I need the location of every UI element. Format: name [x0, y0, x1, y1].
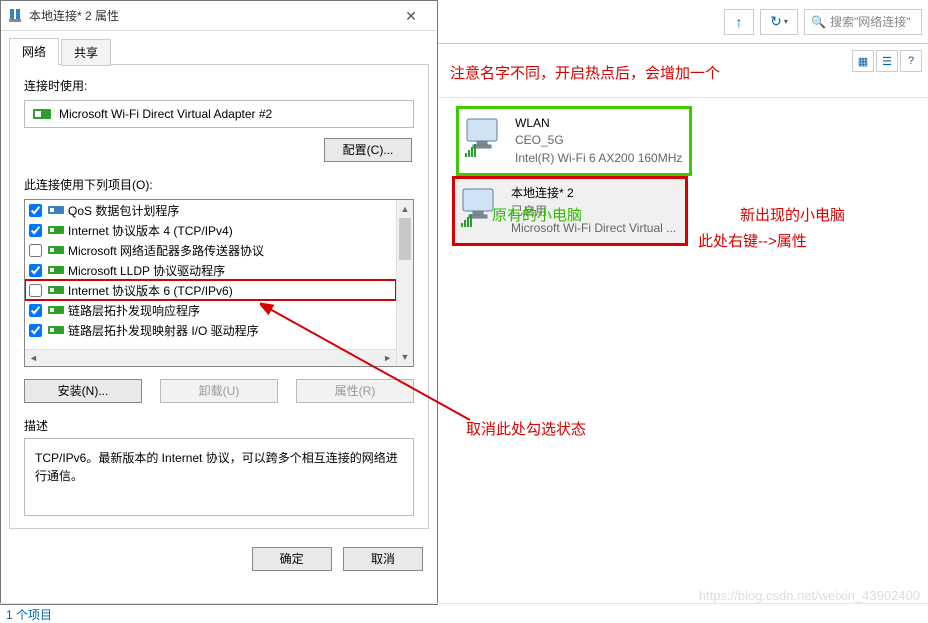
component-checkbox[interactable] — [29, 284, 42, 297]
description-label: 描述 — [24, 417, 414, 434]
adapters-area[interactable]: WLAN CEO_5G Intel(R) Wi-Fi 6 AX200 160MH… — [438, 98, 928, 603]
annotation-top: 注意名字不同，开启热点后，会增加一个 — [450, 62, 720, 83]
component-item[interactable]: Microsoft LLDP 协议驱动程序 — [25, 260, 396, 280]
tab-strip: 网络 共享 — [1, 31, 437, 64]
nic-icon — [33, 107, 51, 121]
adapter-device: Intel(R) Wi-Fi 6 AX200 160MHz — [515, 150, 682, 167]
adapter-status: CEO_5G — [515, 132, 682, 149]
component-checkbox[interactable] — [29, 244, 42, 257]
description-text: TCP/IPv6。最新版本的 Internet 协议，可以跨多个相互连接的网络进… — [24, 438, 414, 516]
explorer-toolbar: ↑ ↻▾ 🔍 搜索"网络连接" — [438, 0, 928, 44]
v-scrollbar[interactable]: ▲ ▼ — [396, 200, 413, 366]
protocol-icon — [48, 323, 64, 337]
dialog-footer: 确定 取消 — [1, 537, 437, 581]
component-checkbox[interactable] — [29, 224, 42, 237]
nav-up-button[interactable]: ↑ — [724, 9, 754, 35]
component-item[interactable]: Microsoft 网络适配器多路传送器协议 — [25, 240, 396, 260]
properties-dialog: 本地连接* 2 属性 ✕ 网络 共享 连接时使用: Microsoft Wi-F… — [0, 0, 438, 605]
refresh-button[interactable]: ↻▾ — [760, 9, 798, 35]
tab-share-label: 共享 — [74, 46, 98, 60]
component-item[interactable]: QoS 数据包计划程序 — [25, 200, 396, 220]
computer-icon — [463, 115, 509, 157]
component-checkbox[interactable] — [29, 324, 42, 337]
titlebar[interactable]: 本地连接* 2 属性 ✕ — [1, 1, 437, 31]
protocol-icon — [48, 303, 64, 317]
adapter-name: Microsoft Wi-Fi Direct Virtual Adapter #… — [59, 107, 272, 121]
component-item[interactable]: Internet 协议版本 4 (TCP/IPv4) — [25, 220, 396, 240]
annotation-red1: 新出现的小电脑 — [740, 204, 845, 225]
protocol-icon — [48, 243, 64, 257]
components-listbox[interactable]: QoS 数据包计划程序 Internet 协议版本 4 (TCP/IPv4) Mic… — [24, 199, 414, 367]
help-button[interactable]: ? — [900, 50, 922, 72]
properties-button: 属性(R) — [296, 379, 414, 403]
connect-using-label: 连接时使用: — [24, 77, 414, 94]
dialog-title: 本地连接* 2 属性 — [29, 7, 391, 24]
configure-button[interactable]: 配置(C)... — [324, 138, 412, 162]
view-list-button[interactable]: ☰ — [876, 50, 898, 72]
annotation-green: 原有的小电脑 — [492, 204, 582, 225]
adapter-field: Microsoft Wi-Fi Direct Virtual Adapter #… — [24, 100, 414, 128]
h-scrollbar[interactable]: ◄► — [25, 349, 396, 366]
search-placeholder: 搜索"网络连接" — [830, 13, 911, 30]
view-large-button[interactable]: ▦ — [852, 50, 874, 72]
component-label: 链路层拓扑发现映射器 I/O 驱动程序 — [68, 322, 259, 339]
component-label: Internet 协议版本 6 (TCP/IPv6) — [68, 282, 233, 299]
component-label: 链路层拓扑发现响应程序 — [68, 302, 200, 319]
adapter-name: WLAN — [515, 115, 682, 132]
annotation-cancel: 取消此处勾选状态 — [466, 418, 586, 439]
tab-share[interactable]: 共享 — [61, 39, 111, 66]
annotation-red2: 此处右键-->属性 — [698, 230, 807, 251]
close-button[interactable]: ✕ — [391, 2, 431, 30]
tab-network-label: 网络 — [22, 45, 46, 59]
items-label: 此连接使用下列项目(O): — [24, 176, 414, 193]
search-icon: 🔍 — [811, 15, 826, 29]
explorer-pane: ↑ ↻▾ 🔍 搜索"网络连接" ▦ ☰ ? WLAN CEO_5G Intel(… — [438, 0, 928, 623]
protocol-icon — [48, 223, 64, 237]
component-checkbox[interactable] — [29, 204, 42, 217]
search-box[interactable]: 🔍 搜索"网络连接" — [804, 9, 922, 35]
install-button[interactable]: 安装(N)... — [24, 379, 142, 403]
cancel-button[interactable]: 取消 — [343, 547, 423, 571]
adapter-wlan[interactable]: WLAN CEO_5G Intel(R) Wi-Fi 6 AX200 160MH… — [456, 106, 692, 176]
tab-body: 连接时使用: Microsoft Wi-Fi Direct Virtual Ad… — [9, 64, 429, 529]
protocol-icon — [48, 203, 64, 217]
component-label: Internet 协议版本 4 (TCP/IPv4) — [68, 222, 233, 239]
uninstall-button: 卸载(U) — [160, 379, 278, 403]
component-checkbox[interactable] — [29, 304, 42, 317]
scrollbar-thumb[interactable] — [399, 218, 411, 260]
status-bar: 1 个项目 — [0, 603, 928, 623]
tab-network[interactable]: 网络 — [9, 38, 59, 65]
watermark: https://blog.csdn.net/weixin_43902400 — [699, 588, 920, 603]
component-label: QoS 数据包计划程序 — [68, 202, 179, 219]
component-checkbox[interactable] — [29, 264, 42, 277]
protocol-icon — [48, 283, 64, 297]
component-item[interactable]: Internet 协议版本 6 (TCP/IPv6) — [25, 280, 396, 300]
ok-button[interactable]: 确定 — [252, 547, 332, 571]
component-label: Microsoft 网络适配器多路传送器协议 — [68, 242, 264, 259]
component-item[interactable]: 链路层拓扑发现响应程序 — [25, 300, 396, 320]
component-label: Microsoft LLDP 协议驱动程序 — [68, 262, 225, 279]
adapter-name: 本地连接* 2 — [511, 185, 676, 202]
adapter-icon — [7, 8, 23, 24]
protocol-icon — [48, 263, 64, 277]
component-item[interactable]: 链路层拓扑发现映射器 I/O 驱动程序 — [25, 320, 396, 340]
